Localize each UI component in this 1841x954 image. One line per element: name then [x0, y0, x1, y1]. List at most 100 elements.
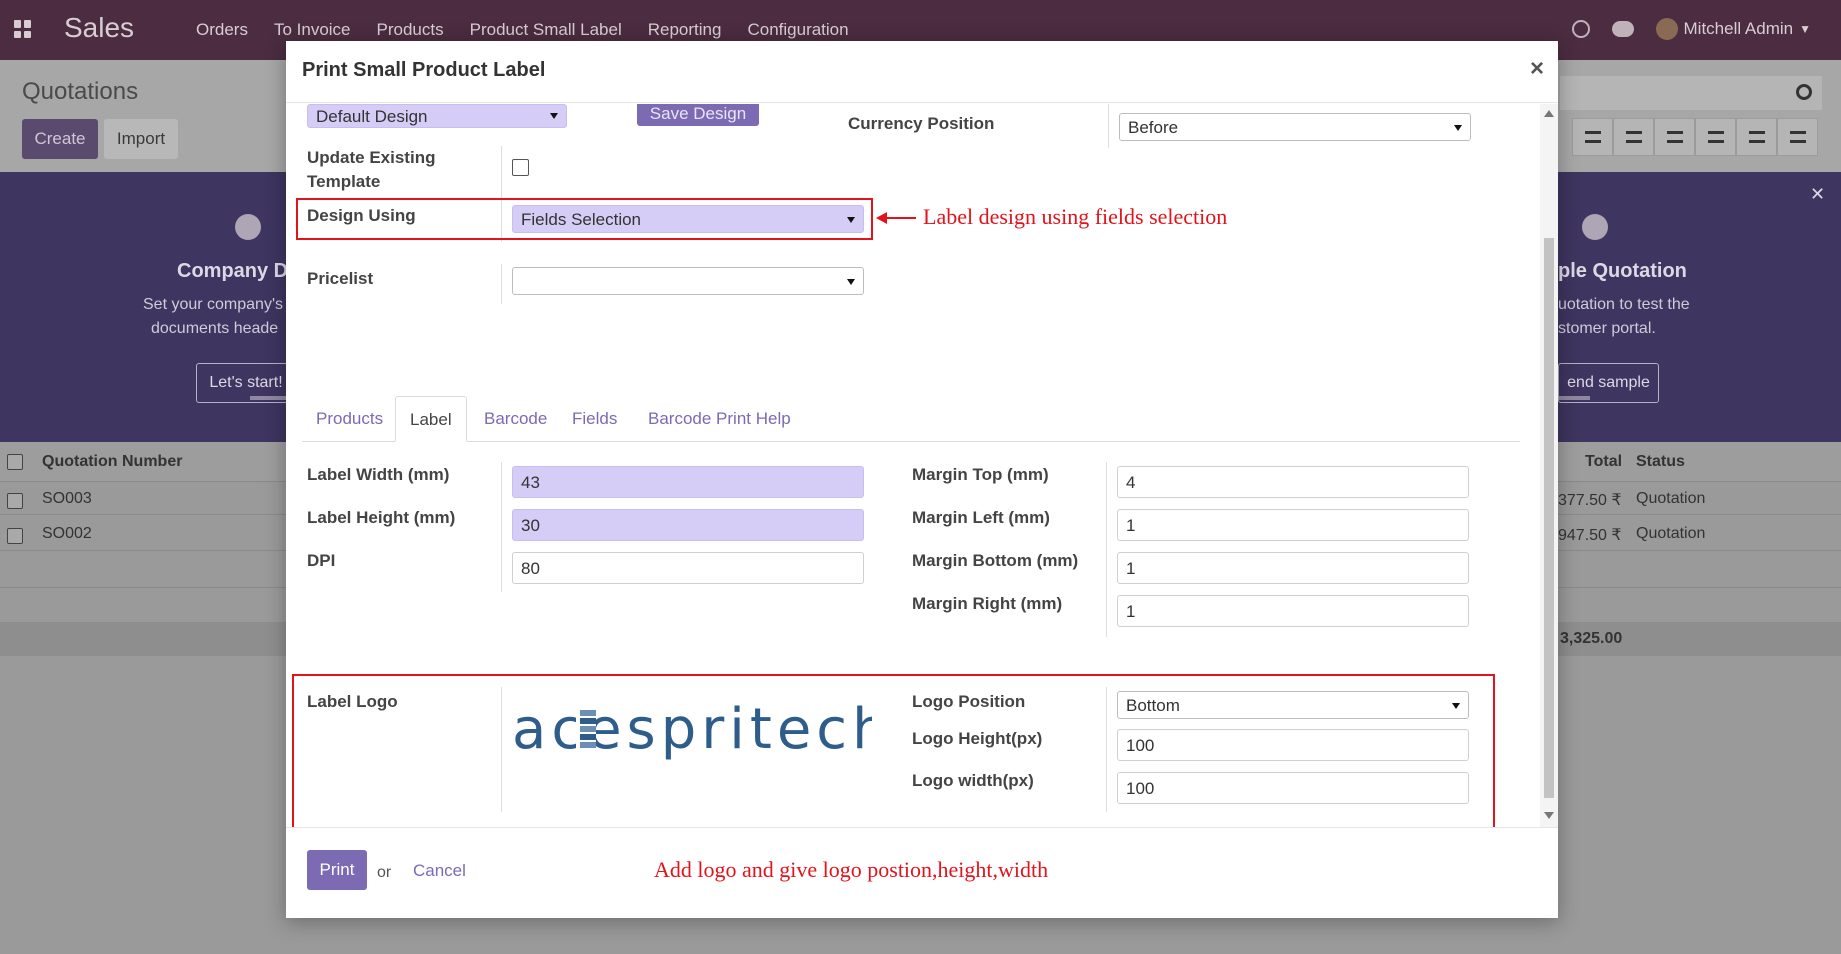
step-dot: [235, 214, 261, 240]
list-view-icon[interactable]: [1572, 118, 1613, 156]
margin-top-label: Margin Top (mm): [912, 465, 1049, 484]
menu-configuration[interactable]: Configuration: [747, 20, 848, 40]
column-status[interactable]: Status: [1636, 453, 1685, 471]
company-logo[interactable]: acespritech: [512, 694, 888, 774]
sum-total: 3,325.00: [1560, 630, 1623, 647]
row-number: SO003: [42, 490, 92, 507]
logo-height-field[interactable]: 100: [1117, 729, 1469, 761]
tab-products[interactable]: Products: [302, 396, 397, 442]
user-menu[interactable]: Mitchell Admin ▼: [1655, 18, 1811, 40]
logo-width-label: Logo width(px): [912, 771, 1034, 790]
margin-top-field[interactable]: 4: [1117, 466, 1469, 498]
svg-text:acespritech: acespritech: [512, 697, 872, 762]
currency-position-select[interactable]: Before: [1119, 113, 1471, 141]
label-height-label: Label Height (mm): [307, 508, 456, 527]
row-checkbox[interactable]: [7, 493, 23, 509]
logo-position-select[interactable]: Bottom: [1117, 691, 1469, 719]
row-status: Quotation: [1636, 525, 1706, 542]
chevron-down-icon: [1454, 125, 1462, 131]
pivot-view-icon[interactable]: [1695, 118, 1736, 156]
row-checkbox[interactable]: [7, 528, 23, 544]
save-design-button[interactable]: Save Design: [637, 104, 759, 126]
row-total: 947.50 ₹: [1558, 527, 1622, 544]
print-button[interactable]: Print: [307, 850, 367, 890]
dpi-field[interactable]: 80: [512, 552, 864, 584]
margin-bottom-field[interactable]: 1: [1117, 552, 1469, 584]
dpi-label: DPI: [307, 551, 336, 570]
currency-position-label: Currency Position: [848, 114, 995, 133]
search-input[interactable]: [1560, 76, 1822, 110]
margin-right-field[interactable]: 1: [1117, 595, 1469, 627]
graph-view-icon[interactable]: [1736, 118, 1777, 156]
import-button[interactable]: Import: [104, 119, 178, 159]
scroll-thumb[interactable]: [1544, 238, 1554, 798]
tab-barcode-print-help[interactable]: Barcode Print Help: [634, 396, 805, 442]
update-template-checkbox[interactable]: [512, 159, 529, 176]
create-button[interactable]: Create: [22, 119, 98, 159]
step-dot: [1582, 214, 1608, 240]
label-width-label: Label Width (mm): [307, 465, 450, 484]
avatar: [1655, 18, 1678, 40]
close-icon[interactable]: ×: [1530, 55, 1544, 83]
logo-width-field[interactable]: 100: [1117, 772, 1469, 804]
kanban-view-icon[interactable]: [1613, 118, 1654, 156]
close-icon[interactable]: ✕: [1810, 184, 1825, 205]
banner-start-button[interactable]: Let's start!: [196, 363, 296, 403]
activity-clock-icon[interactable]: [1571, 20, 1590, 38]
column-quotation-number[interactable]: Quotation Number: [42, 453, 182, 471]
logo-position-value: Bottom: [1126, 696, 1180, 715]
scroll-down-icon[interactable]: [1544, 812, 1554, 819]
tab-label[interactable]: Label: [395, 396, 467, 442]
chevron-down-icon: ▼: [1799, 22, 1811, 36]
margin-right-label: Margin Right (mm): [912, 594, 1063, 613]
column-total[interactable]: Total: [1585, 453, 1622, 471]
calendar-view-icon[interactable]: [1654, 118, 1695, 156]
grid-view-icon[interactable]: [1777, 118, 1818, 156]
chevron-down-icon: [1452, 703, 1460, 709]
divider: [1106, 687, 1107, 812]
cancel-link[interactable]: Cancel: [413, 861, 466, 881]
pricelist-select[interactable]: [512, 267, 864, 295]
banner-step-title: Company D: [177, 260, 289, 282]
scroll-up-icon[interactable]: [1544, 110, 1554, 117]
or-text: or: [377, 864, 392, 881]
dialog-scrollbar[interactable]: [1540, 104, 1558, 827]
menu-products[interactable]: Products: [377, 20, 444, 40]
page-title: Quotations: [22, 78, 139, 105]
label-width-field[interactable]: 43: [512, 466, 864, 498]
menu-product-small-label[interactable]: Product Small Label: [470, 20, 622, 40]
currency-position-value: Before: [1128, 118, 1179, 137]
app-brand: Sales: [64, 12, 135, 43]
menu-to-invoice[interactable]: To Invoice: [274, 20, 351, 40]
banner-step-text: Set your company's: [143, 296, 284, 313]
dialog-body: Default Design Save Design Currency Posi…: [286, 104, 1540, 827]
banner-step-text: stomer portal.: [1558, 320, 1656, 337]
arrow-line: [884, 217, 916, 219]
divider: [1108, 104, 1109, 148]
menu-reporting[interactable]: Reporting: [648, 20, 722, 40]
user-name: Mitchell Admin: [1683, 19, 1794, 38]
design-template-select[interactable]: Default Design: [307, 104, 567, 128]
tab-fields[interactable]: Fields: [558, 396, 631, 442]
systray: Mitchell Admin ▼: [1571, 18, 1811, 40]
dialog-footer: Print or Cancel Add logo and give logo p…: [286, 827, 1558, 918]
tab-barcode[interactable]: Barcode: [470, 396, 561, 442]
annotation-design: Label design using fields selection: [923, 204, 1228, 229]
banner-step-text: documents heade: [151, 320, 279, 337]
banner-step-text: uotation to test the: [1558, 296, 1690, 313]
margin-left-field[interactable]: 1: [1117, 509, 1469, 541]
tab-bar: Products Label Barcode Fields Barcode Pr…: [302, 396, 1520, 442]
margin-left-label: Margin Left (mm): [912, 508, 1050, 527]
apps-menu-icon[interactable]: [14, 20, 32, 38]
banner-send-sample-button[interactable]: end sample: [1558, 363, 1659, 403]
banner-step-title: ple Quotation: [1558, 260, 1687, 282]
row-total: 377.50 ₹: [1558, 492, 1622, 509]
menu-orders[interactable]: Orders: [196, 20, 248, 40]
chat-icon[interactable]: [1611, 21, 1634, 37]
select-all-checkbox[interactable]: [7, 454, 23, 470]
divider: [501, 687, 502, 812]
label-height-field[interactable]: 30: [512, 509, 864, 541]
highlight-box: [296, 198, 873, 240]
search-icon[interactable]: [1796, 84, 1812, 100]
row-status: Quotation: [1636, 490, 1706, 507]
